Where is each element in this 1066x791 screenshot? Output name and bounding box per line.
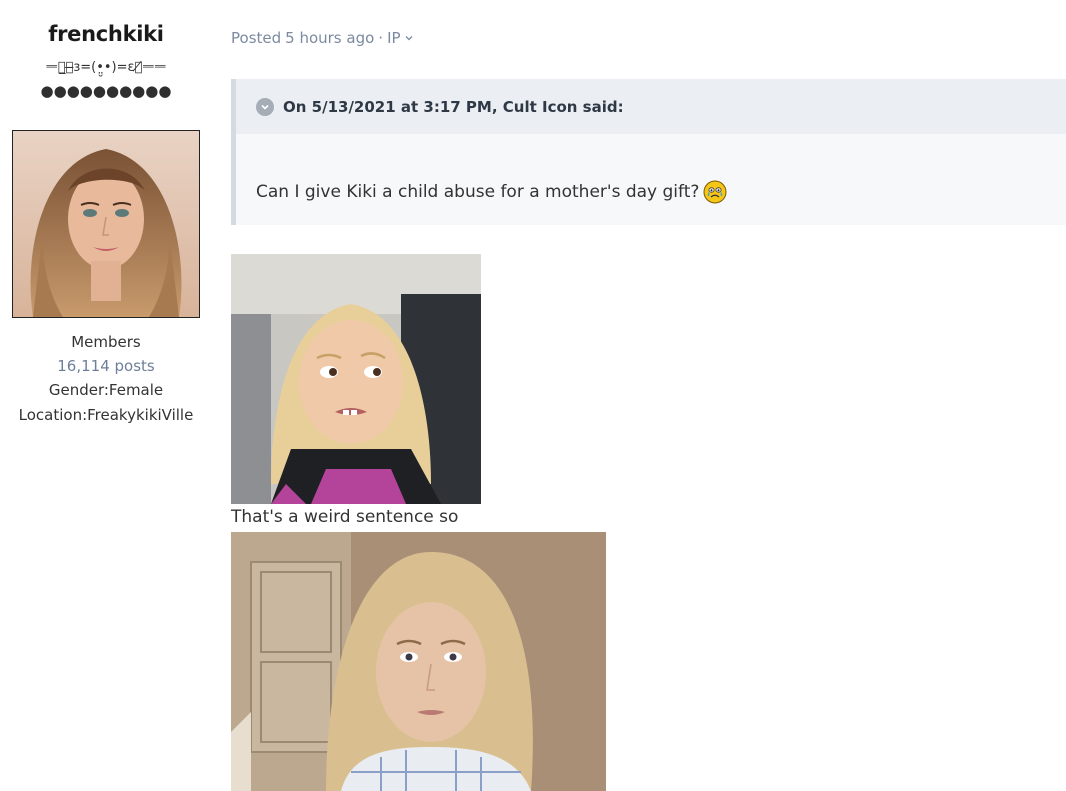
author-name[interactable]: frenchkiki: [0, 22, 212, 46]
quote-block: On 5/13/2021 at 3:17 PM, Cult Icon said:…: [231, 79, 1066, 225]
author-location: Location:FreakykikiVille: [18, 406, 194, 424]
ip-menu[interactable]: IP: [387, 29, 413, 47]
reaction-image-1[interactable]: [231, 254, 481, 504]
author-group: Members: [71, 333, 141, 351]
author-rank-pips: ●●●●●●●●●●: [40, 82, 172, 100]
side-eye-girl-image: [231, 254, 481, 504]
forum-post: frenchkiki ᆖᆖ̲ᢂ̶ɜ=(•̤̮•)=ɛᢂ̸ᆖᆖ ●●●●●●●●●…: [0, 0, 1066, 791]
chevron-down-icon: [405, 36, 413, 41]
collapse-quote-icon[interactable]: [256, 97, 274, 116]
avatar[interactable]: [12, 130, 200, 318]
crying-face-icon: [703, 180, 727, 204]
ip-label: IP: [387, 29, 401, 47]
posted-time[interactable]: 5 hours ago: [285, 29, 374, 47]
quote-header[interactable]: On 5/13/2021 at 3:17 PM, Cult Icon said:: [236, 79, 1066, 134]
posted-label: Posted: [231, 29, 282, 47]
post-meta: Posted 5 hours ago · IP: [231, 29, 414, 47]
unimpressed-woman-image: [231, 532, 606, 791]
author-title: ᆖᆖ̲ᢂ̶ɜ=(•̤̮•)=ɛᢂ̸ᆖᆖ: [45, 60, 167, 75]
avatar-image: [13, 131, 199, 317]
author-post-count[interactable]: 16,114 posts: [0, 357, 212, 375]
quote-text: Can I give Kiki a child abuse for a moth…: [256, 182, 700, 202]
quote-content: Can I give Kiki a child abuse for a moth…: [256, 180, 727, 204]
reply-text: That's a weird sentence so: [231, 507, 459, 527]
meta-separator: ·: [378, 29, 384, 47]
author-gender: Gender:Female: [48, 381, 164, 399]
reaction-image-2[interactable]: [231, 532, 606, 791]
quote-citation[interactable]: On 5/13/2021 at 3:17 PM, Cult Icon said:: [283, 98, 624, 116]
